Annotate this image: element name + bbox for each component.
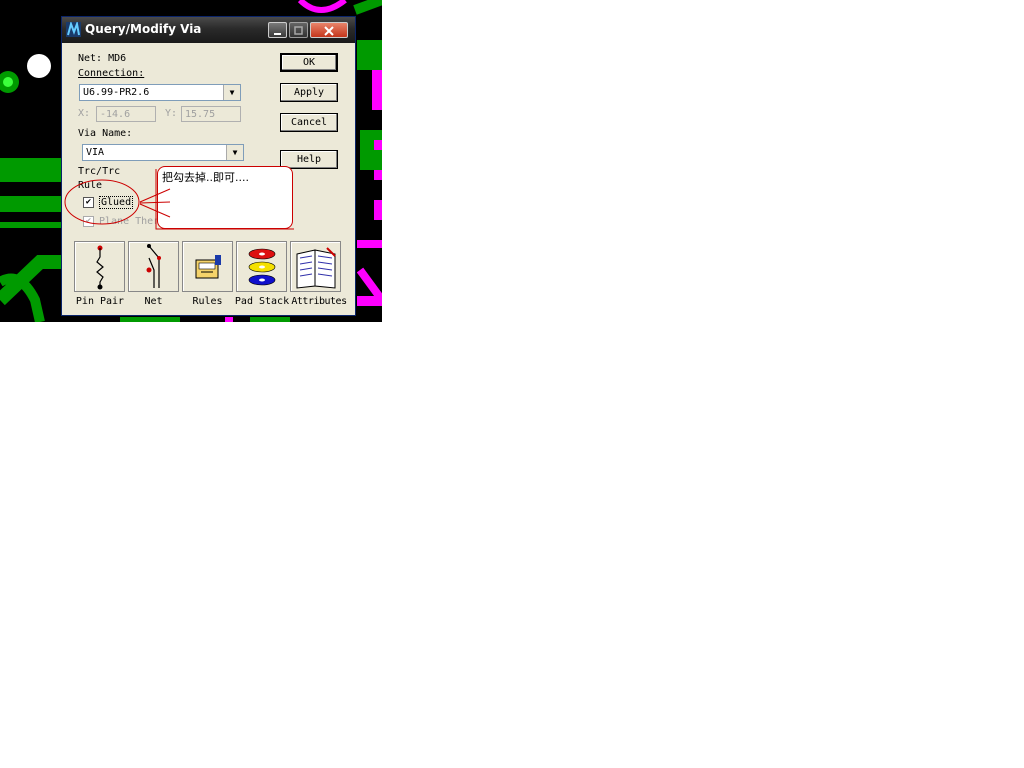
window-title: Query/Modify Via (85, 22, 202, 36)
plane-therm-checkbox: ✔ (83, 216, 94, 227)
maximize-icon (294, 26, 303, 35)
x-value: -14.6 (100, 109, 131, 120)
plane-therm-label: Plane Therm (99, 216, 166, 227)
via-name-label: Via Name: (78, 128, 133, 139)
checkmark-icon: ✔ (85, 216, 92, 226)
chevron-down-icon[interactable]: ▼ (226, 145, 243, 160)
net-tile[interactable] (128, 241, 179, 292)
pin-pair-label: Pin Pair (75, 296, 125, 307)
pad-stack-tile[interactable] (236, 241, 287, 292)
via-name-select[interactable]: VIA ▼ (82, 144, 244, 161)
query-modify-via-dialog: Query/Modify Via Net: MD6 Connection: U6… (61, 16, 356, 316)
attributes-label: Attributes (291, 296, 347, 307)
attributes-tile[interactable] (290, 241, 341, 292)
trc-trc-label: Trc/Trc (78, 166, 121, 177)
rules-icon (195, 255, 221, 279)
connection-label: Connection: (78, 68, 145, 79)
net-icon (146, 244, 161, 288)
rule-label: Rule (78, 180, 103, 191)
cancel-button[interactable]: Cancel (280, 113, 338, 132)
close-icon (324, 26, 334, 36)
connection-select[interactable]: U6.99-PR2.6 ▼ (79, 84, 241, 101)
close-button[interactable] (310, 22, 348, 38)
y-field: 15.75 (181, 106, 241, 122)
pin-pair-icon (96, 245, 104, 290)
x-field: -14.6 (96, 106, 156, 122)
chevron-down-icon[interactable]: ▼ (223, 85, 240, 100)
y-label: Y: (165, 108, 178, 119)
minimize-button[interactable] (268, 22, 287, 38)
pad-stack-label: Pad Stack (234, 296, 290, 307)
attributes-icon (296, 247, 336, 289)
connection-value: U6.99-PR2.6 (83, 87, 150, 98)
rules-tile[interactable] (182, 241, 233, 292)
via-name-value: VIA (86, 147, 105, 158)
ok-button[interactable]: OK (280, 53, 338, 72)
app-logo-icon (66, 22, 81, 37)
minimize-icon (274, 33, 281, 35)
maximize-button[interactable] (289, 22, 308, 38)
checkmark-icon: ✔ (85, 197, 92, 207)
annotation-text: 把勾去掉..即可.... (162, 171, 249, 184)
net-label-tile: Net (144, 296, 163, 307)
glued-checkbox[interactable]: ✔ (83, 197, 94, 208)
net-label: Net: MD6 (78, 53, 127, 64)
y-value: 15.75 (185, 109, 216, 120)
rules-label: Rules (192, 296, 223, 307)
glued-label[interactable]: Glued (99, 196, 134, 209)
pad-stack-icon (248, 248, 276, 286)
pin-pair-tile[interactable] (74, 241, 125, 292)
apply-button[interactable]: Apply (280, 83, 338, 102)
x-label: X: (78, 108, 91, 119)
annotation-callout: 把勾去掉..即可.... (157, 166, 293, 229)
title-bar[interactable]: Query/Modify Via (62, 17, 355, 43)
